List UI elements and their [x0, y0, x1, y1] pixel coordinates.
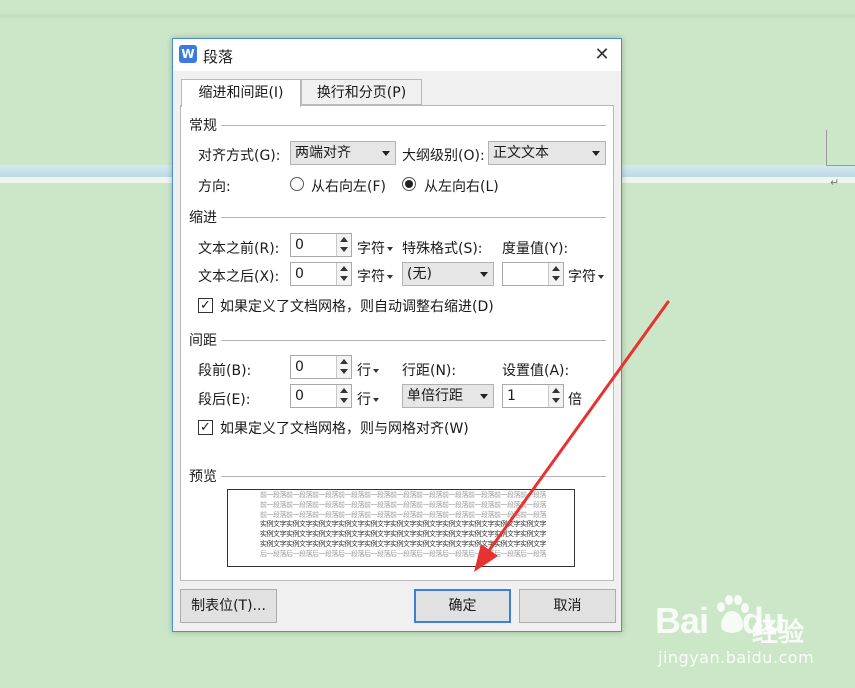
setting-value-unit: 倍 — [568, 392, 582, 408]
dialog-titlebar[interactable]: W 段落 ✕ — [173, 39, 621, 71]
close-icon[interactable]: ✕ — [589, 43, 615, 67]
indent-after-input[interactable]: 0 — [290, 262, 352, 286]
preview-line: 实例文字实例文字实例文字实例文字实例文字实例文字实例文字实例文字实例文字实例文字… — [260, 540, 547, 548]
arrow-up-icon[interactable] — [340, 237, 348, 242]
chevron-down-icon — [387, 275, 393, 279]
preview-line: 前一段落前一段落前一段落前一段落前一段落前一段落前一段落前一段落前一段落前一段落… — [260, 511, 547, 519]
ltr-radio[interactable] — [402, 177, 416, 191]
spinner-buttons[interactable] — [336, 356, 351, 378]
indent-before-unit[interactable]: 字符 — [357, 238, 393, 258]
outline-level-select[interactable]: 正文文本 — [488, 141, 606, 165]
preview-line: 实例文字实例文字实例文字实例文字实例文字实例文字实例文字实例文字实例文字实例文字… — [260, 530, 547, 538]
arrow-down-icon[interactable] — [340, 247, 348, 252]
arrow-up-icon[interactable] — [340, 359, 348, 364]
watermark-url: jingyan.baidu.com — [658, 648, 815, 667]
spacing-grid-checkbox-label[interactable]: 如果定义了文档网格，则与网格对齐(W) — [220, 418, 469, 438]
chevron-down-icon — [387, 247, 393, 251]
spacing-before-label: 段前(B): — [198, 363, 252, 379]
indent-grid-checkbox[interactable]: ✓ — [198, 298, 213, 313]
chevron-down-icon — [373, 398, 379, 402]
alignment-label: 对齐方式(G): — [198, 148, 281, 164]
indent-after-unit[interactable]: 字符 — [357, 266, 393, 286]
arrow-down-icon[interactable] — [340, 398, 348, 403]
rtl-radio-label[interactable]: 从右向左(F) — [311, 176, 386, 196]
wps-writer-icon: W — [179, 45, 197, 63]
section-preview-heading: 预览 — [189, 469, 217, 485]
line-spacing-label: 行距(N): — [402, 363, 457, 379]
spacing-after-unit[interactable]: 行 — [357, 389, 379, 409]
spinner-buttons[interactable] — [336, 385, 351, 407]
alignment-select[interactable]: 两端对齐 — [290, 141, 396, 165]
chevron-down-icon — [598, 275, 604, 279]
chevron-down-icon — [382, 151, 390, 156]
arrow-up-icon[interactable] — [340, 388, 348, 393]
paragraph-preview: 前一段落前一段落前一段落前一段落前一段落前一段落前一段落前一段落前一段落前一段落… — [227, 489, 575, 567]
page-corner-mark — [826, 165, 855, 166]
section-general-heading: 常规 — [189, 118, 217, 134]
checkmark-icon: ✓ — [200, 298, 211, 313]
paragraph-mark-icon: ↵ — [830, 176, 840, 189]
preview-line: 后一段落后一段落后一段落后一段落后一段落后一段落后一段落后一段落后一段落后一段落… — [260, 550, 547, 558]
spacing-after-input[interactable]: 0 — [290, 384, 352, 408]
indent-grid-checkbox-label[interactable]: 如果定义了文档网格，则自动调整右缩进(D) — [220, 296, 494, 316]
spinner-buttons[interactable] — [336, 234, 351, 256]
tab-line-page-break[interactable]: 换行和分页(P) — [301, 79, 422, 105]
dialog-title: 段落 — [203, 48, 234, 66]
preview-line: 前一段落前一段落前一段落前一段落前一段落前一段落前一段落前一段落前一段落前一段落… — [260, 501, 547, 509]
measure-unit[interactable]: 字符 — [568, 266, 604, 286]
setting-value-label: 设置值(A): — [502, 363, 570, 379]
arrow-down-icon[interactable] — [340, 369, 348, 374]
ltr-radio-label[interactable]: 从左向右(L) — [424, 176, 499, 196]
spacing-before-input[interactable]: 0 — [290, 355, 352, 379]
line-spacing-select[interactable]: 单倍行距 — [402, 384, 494, 408]
preview-line: 实例文字实例文字实例文字实例文字实例文字实例文字实例文字实例文字实例文字实例文字… — [260, 520, 547, 528]
watermark-jingyan: 经验 — [752, 618, 805, 648]
indent-before-label: 文本之前(R): — [198, 241, 280, 257]
outline-level-label: 大纲级别(O): — [402, 148, 485, 164]
arrow-up-icon[interactable] — [552, 266, 560, 271]
indent-before-input[interactable]: 0 — [290, 233, 352, 257]
page-corner-mark — [826, 130, 827, 166]
setting-value-input[interactable]: 1 — [502, 384, 564, 408]
spacing-after-label: 段后(E): — [198, 392, 251, 408]
spinner-buttons[interactable] — [336, 263, 351, 285]
section-spacing-heading: 间距 — [189, 333, 217, 349]
baidu-paw-icon — [717, 595, 749, 633]
arrow-down-icon[interactable] — [552, 276, 560, 281]
cancel-button[interactable]: 取消 — [519, 589, 616, 623]
special-format-select[interactable]: (无) — [402, 262, 494, 286]
spacing-grid-checkbox[interactable]: ✓ — [198, 420, 213, 435]
spinner-buttons[interactable] — [548, 263, 563, 285]
ok-button[interactable]: 确定 — [414, 589, 511, 623]
tab-stops-button[interactable]: 制表位(T)... — [180, 589, 277, 623]
arrow-up-icon[interactable] — [340, 266, 348, 271]
spacing-before-unit[interactable]: 行 — [357, 360, 379, 380]
section-divider — [221, 476, 606, 477]
arrow-up-icon[interactable] — [552, 388, 560, 393]
section-indent-heading: 缩进 — [189, 210, 217, 226]
chevron-down-icon — [592, 151, 600, 156]
preview-line: 前一段落前一段落前一段落前一段落前一段落前一段落前一段落前一段落前一段落前一段落… — [260, 491, 547, 499]
measure-input[interactable] — [502, 262, 564, 286]
arrow-down-icon[interactable] — [552, 398, 560, 403]
document-top-edge — [0, 14, 855, 18]
indent-after-label: 文本之后(X): — [198, 269, 280, 285]
chevron-down-icon — [480, 394, 488, 399]
direction-label: 方向: — [198, 179, 231, 195]
checkmark-icon: ✓ — [200, 420, 211, 435]
chevron-down-icon — [480, 272, 488, 277]
section-divider — [221, 340, 606, 341]
paragraph-dialog: W 段落 ✕ 缩进和间距(I) 换行和分页(P) 常规 对齐方式(G): 两端对… — [172, 38, 622, 632]
rtl-radio[interactable] — [290, 177, 304, 191]
section-divider — [221, 217, 606, 218]
section-divider — [221, 125, 606, 126]
arrow-down-icon[interactable] — [340, 276, 348, 281]
measure-label: 度量值(Y): — [502, 241, 569, 257]
chevron-down-icon — [373, 369, 379, 373]
tab-indent-spacing[interactable]: 缩进和间距(I) — [181, 79, 301, 107]
spinner-buttons[interactable] — [548, 385, 563, 407]
special-format-label: 特殊格式(S): — [402, 241, 483, 257]
